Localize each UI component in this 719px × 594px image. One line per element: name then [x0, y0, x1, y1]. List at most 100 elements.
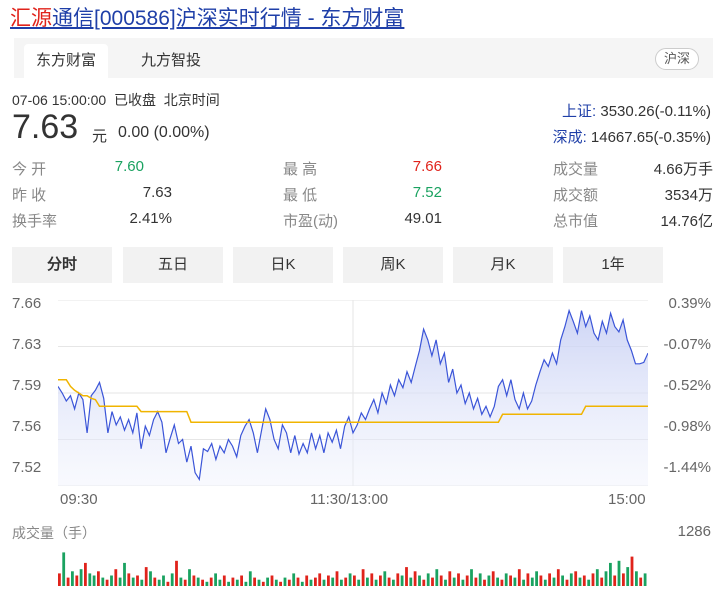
index-shenzhen[interactable]: 深成: 14667.65(-0.35%) [553, 126, 711, 147]
volume-bar [448, 571, 452, 586]
y-price-tick: 7.63 [12, 336, 42, 353]
volume-bar [314, 577, 317, 586]
volume-bar [279, 581, 282, 586]
volume-bar [131, 577, 135, 586]
volume-bar [144, 567, 148, 586]
volume-bar [496, 577, 499, 586]
page-title-rest[interactable]: 通信[000586]沪深实时行情 - 东方财富 [52, 7, 404, 30]
volume-bar [504, 573, 508, 586]
stat-prev-label: 昨 收 [12, 187, 47, 204]
quote-meta: 07-06 15:00:00 已收盘 北京时间 [12, 90, 220, 110]
y-pct-tick: -0.98% [663, 418, 711, 435]
stat-prev-value: 7.63 [142, 184, 172, 201]
volume-bar [162, 575, 165, 586]
volume-bar [179, 577, 183, 586]
volume-bar [318, 573, 322, 586]
volume-bar [413, 571, 417, 586]
index-shenzhen-label[interactable]: 深成: [553, 129, 587, 146]
volume-bar [231, 577, 235, 586]
period-tab-weekly[interactable]: 周K [343, 247, 443, 283]
volume-bar [574, 571, 578, 586]
volume-bar [196, 577, 200, 586]
volume-bar [340, 579, 343, 586]
stat-amount-value: 3534万 [664, 187, 713, 204]
volume-bar [309, 579, 313, 586]
volume-bar [444, 579, 447, 586]
volume-bar [483, 579, 486, 586]
volume-bar [578, 577, 582, 586]
volume-bar [209, 577, 213, 586]
volume-bar [344, 577, 348, 586]
volume-chart[interactable] [58, 544, 648, 586]
volume-bar [357, 579, 361, 586]
index-shanghai[interactable]: 上证: 3530.26(-0.11%) [562, 100, 711, 121]
volume-bar [457, 573, 460, 586]
volume-bar [71, 571, 74, 586]
volume-bar [478, 573, 482, 586]
volume-bar [639, 577, 643, 586]
volume-bar [379, 575, 382, 586]
y-price-tick: 7.52 [12, 459, 42, 476]
volume-bar [183, 579, 187, 586]
volume-bar [248, 571, 252, 586]
volume-bar [405, 567, 408, 586]
volume-bar [622, 573, 625, 586]
volume-bar [75, 575, 79, 586]
stat-pe-value: 49.01 [404, 210, 442, 227]
x-tick: 09:30 [60, 491, 98, 508]
period-tab-5day[interactable]: 五日 [123, 247, 223, 283]
market-badge[interactable]: 沪深 [654, 48, 699, 70]
volume-bar [79, 569, 83, 586]
volume-bar [626, 567, 630, 586]
source-tab-bar: 东方财富 九方智投 沪深 [14, 38, 713, 78]
tab-eastmoney[interactable]: 东方财富 [24, 44, 108, 78]
volume-bar [561, 575, 564, 586]
volume-bar [253, 577, 256, 586]
stat-volume-value: 4.66万手 [653, 161, 713, 178]
volume-bar [287, 579, 291, 586]
volume-bar [227, 581, 230, 586]
volume-bar [400, 575, 404, 586]
period-tab-1year[interactable]: 1年 [563, 247, 663, 283]
volume-bar [84, 562, 87, 586]
intraday-price-chart[interactable] [58, 300, 648, 486]
quote-status: 已收盘 [113, 92, 156, 108]
period-tab-monthly[interactable]: 月K [453, 247, 553, 283]
page-title[interactable]: 汇源通信[000586]沪深实时行情 - 东方财富 [10, 2, 404, 32]
volume-bar [136, 575, 139, 586]
volume-bar [630, 556, 634, 586]
volume-bar [331, 577, 335, 586]
y-pct-tick: -0.07% [663, 336, 711, 353]
volume-bar [600, 577, 604, 586]
volume-bar [591, 573, 595, 586]
volume-bar [123, 562, 126, 586]
y-pct-tick: -0.52% [663, 377, 711, 394]
volume-bar [105, 579, 109, 586]
volume-bar [62, 552, 66, 586]
volume-bar [569, 573, 573, 586]
volume-bar [335, 571, 339, 586]
volume-bar [244, 581, 248, 586]
volume-bar [348, 573, 352, 586]
volume-bar [222, 575, 226, 586]
volume-bar [88, 573, 92, 586]
volume-bar [322, 579, 326, 586]
stat-turnover-label: 换手率 [12, 213, 58, 230]
period-tab-intraday[interactable]: 分时 [12, 247, 112, 283]
volume-bar [409, 577, 413, 586]
period-tab-daily[interactable]: 日K [233, 247, 333, 283]
page-title-highlight[interactable]: 汇源 [10, 7, 52, 30]
tab-jiufang[interactable]: 九方智投 [124, 44, 218, 78]
volume-bar [582, 575, 586, 586]
y-pct-tick: 0.39% [668, 295, 711, 312]
volume-bar [153, 577, 157, 586]
y-price-tick: 7.56 [12, 418, 42, 435]
volume-bar [127, 573, 131, 586]
volume-bar [201, 579, 204, 586]
volume-bar [166, 581, 170, 586]
volume-bar [97, 571, 100, 586]
stat-turnover-value: 2.41% [129, 210, 172, 227]
index-shanghai-label[interactable]: 上证: [562, 103, 596, 120]
volume-bar [240, 575, 243, 586]
volume-bar [140, 579, 144, 586]
